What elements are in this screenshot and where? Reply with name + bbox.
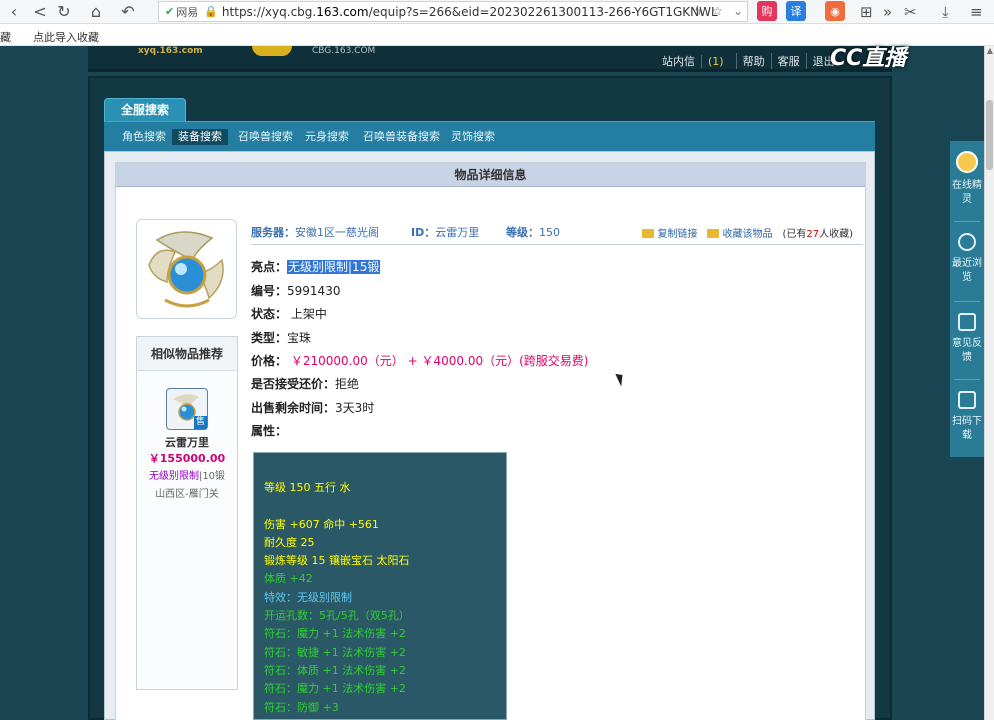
import-bookmarks-link[interactable]: 点此导入收藏	[33, 29, 99, 45]
home-icon[interactable]: ⌂	[82, 0, 110, 24]
messages-link[interactable]: 站内信 (1)	[650, 53, 737, 69]
copy-icon	[642, 229, 655, 238]
item-stats-box: 等级 150 五行 水 伤害 +607 命中 +561 耐久度 25 锻炼等级 …	[253, 452, 507, 720]
favorite-icon	[707, 229, 720, 238]
type-row: 类型：宝珠	[251, 331, 312, 345]
similar-item-server: 山西区-雁门关	[155, 489, 219, 500]
server-info: 服务器：安徽1区一慈光阁	[251, 226, 379, 239]
stat-line: 伤害 +607 命中 +561	[264, 517, 379, 531]
similar-items-title: 相似物品推荐	[137, 337, 237, 371]
stat-line: 符石：魔力 +1 法术伤害 +2	[264, 682, 406, 696]
stat-line: 体质 +42	[264, 572, 313, 586]
lightning-icon[interactable]: ϟ	[694, 2, 702, 21]
stat-line: 符石：防御 +3	[264, 700, 339, 714]
cbg-logo: CBG.163.COM	[312, 46, 376, 56]
similar-item-name[interactable]: 云雷万里	[137, 434, 237, 450]
download-icon[interactable]: ⤓	[942, 0, 949, 24]
sub-tabs: 角色搜索 装备搜索 召唤兽搜索 元身搜索 召唤兽装备搜索 灵饰搜索	[104, 121, 875, 151]
similar-items-box: 相似物品推荐 售 云雷万里 ￥155000.00 无级别限制|10锻 山西区-雁…	[136, 336, 238, 690]
site-label: 网易	[176, 5, 199, 19]
tab-pet-search[interactable]: 召唤兽搜索	[232, 129, 299, 145]
item-meta-row: 服务器：安徽1区一慈光阁 ID：云雷万里 等级：150 复制链接 收藏该物品 (…	[251, 223, 863, 245]
recent-browse-button[interactable]: 最近浏览	[950, 233, 984, 285]
stat-line: 开运孔数：5孔/5孔（双5孔）	[264, 609, 410, 623]
orb-icon	[148, 231, 224, 308]
lock-icon: 🔒	[204, 5, 218, 18]
assistant-avatar-icon	[956, 151, 978, 173]
undo-icon[interactable]: ↶	[114, 0, 142, 24]
extension-shop-icon[interactable]: 购	[757, 1, 777, 21]
tab-ornament-search[interactable]: 灵饰搜索	[445, 129, 501, 145]
serial-row: 编号：5991430	[251, 284, 341, 298]
stat-line: 符石：敏捷 +1 法术伤害 +2	[264, 645, 406, 659]
top-nav: 站内信 (1) 帮助 客服 退出	[650, 53, 841, 69]
favorite-count: (已有27人收藏)	[782, 229, 853, 240]
copy-link-button[interactable]: 复制链接	[642, 225, 697, 240]
chevron-down-icon[interactable]: ⌄	[733, 2, 743, 21]
scroll-up-icon[interactable]: ▲	[985, 46, 994, 56]
apps-icon[interactable]: ⊞	[860, 0, 873, 24]
scissors-icon[interactable]: ✂	[904, 0, 917, 24]
feedback-button[interactable]: 意见反馈	[950, 313, 984, 365]
menu-icon[interactable]: ≡	[970, 0, 983, 24]
back-icon[interactable]: ‹	[0, 0, 28, 24]
refresh-icon[interactable]: ↻	[50, 0, 78, 24]
tab-all-server-search[interactable]: 全服搜索	[104, 98, 186, 122]
stat-line: 符石：魔力 +1 法术伤害 +2	[264, 627, 406, 641]
stream-watermark: CC直播	[830, 46, 907, 71]
site-logo[interactable]: xyq.163.com	[138, 46, 203, 56]
price-row: 价格： ￥210000.00（元） + ￥4000.00（元）(跨服交易费)	[251, 354, 589, 368]
divider	[954, 301, 980, 302]
id-info: ID：云雷万里	[411, 226, 480, 239]
address-bar[interactable]: ✔ 网易 🔒 https://xyq.cbg.163.com/equip?s=2…	[158, 1, 748, 22]
stat-line: 等级 150 五行 水	[264, 481, 351, 494]
bookmark-item[interactable]: 藏	[0, 29, 11, 45]
highlight-value: 无级别限制|15锻	[287, 260, 381, 274]
status-row: 状态： 上架中	[251, 307, 327, 321]
coin-logo-icon	[252, 46, 292, 56]
qr-download-button[interactable]: 扫码下载	[950, 391, 984, 443]
stat-line: 耐久度 25	[264, 535, 315, 549]
level-info: 等级：150	[506, 226, 560, 239]
stat-line: 锻炼等级 15 镶嵌宝石 太阳石	[264, 554, 410, 568]
shield-icon: ✔	[165, 5, 175, 18]
online-assistant-button[interactable]: 在线精灵	[950, 151, 984, 207]
similar-item-thumbnail[interactable]: 售	[166, 388, 208, 430]
favorite-button[interactable]: 收藏该物品	[707, 225, 772, 240]
edit-icon	[958, 313, 976, 331]
stat-line: 特效：无级别限制	[264, 590, 352, 604]
bargain-row: 是否接受还价：拒绝	[251, 377, 360, 391]
item-image	[136, 219, 237, 319]
sold-badge: 售	[194, 416, 207, 429]
tab-spirit-search[interactable]: 元身搜索	[299, 129, 355, 145]
star-icon[interactable]: ☆	[712, 2, 723, 21]
floating-service-bar: 在线精灵 最近浏览 意见反馈 扫码下载	[950, 141, 984, 457]
tab-equip-search[interactable]: 装备搜索	[172, 129, 228, 145]
tab-pet-equip-search[interactable]: 召唤兽装备搜索	[357, 129, 446, 145]
help-link[interactable]: 帮助	[737, 53, 772, 69]
scroll-thumb[interactable]	[986, 100, 993, 170]
similar-item-price: ￥155000.00	[148, 452, 226, 465]
more-icon[interactable]: »	[883, 0, 892, 24]
highlight-row: 亮点：无级别限制|15锻	[251, 260, 381, 274]
attributes-label: 属性：	[251, 424, 288, 438]
extension-translate-icon[interactable]: 译	[786, 1, 806, 21]
similar-item-desc: 无级别限制|10锻	[148, 471, 226, 482]
tab-role-search[interactable]: 角色搜索	[116, 129, 172, 145]
cross-server-fee: ￥4000.00（元）	[421, 354, 520, 368]
url-text[interactable]: https://xyq.cbg.163.com/equip?s=266&eid=…	[222, 5, 718, 19]
divider	[954, 379, 980, 380]
divider	[954, 221, 980, 222]
scan-icon	[958, 391, 976, 409]
service-link[interactable]: 客服	[772, 53, 807, 69]
stat-line: 符石：体质 +1 法术伤害 +2	[264, 663, 406, 677]
clock-icon	[958, 233, 976, 251]
price-value: ￥210000.00（元）	[290, 354, 404, 368]
page-scrollbar[interactable]: ▲	[984, 46, 994, 720]
item-actions: 复制链接 收藏该物品 (已有27人收藏)	[642, 225, 853, 240]
extension-game-icon[interactable]: ◉	[825, 1, 845, 21]
remaining-time-row: 出售剩余时间：3天3时	[251, 401, 375, 415]
panel-title: 物品详细信息	[116, 163, 865, 187]
